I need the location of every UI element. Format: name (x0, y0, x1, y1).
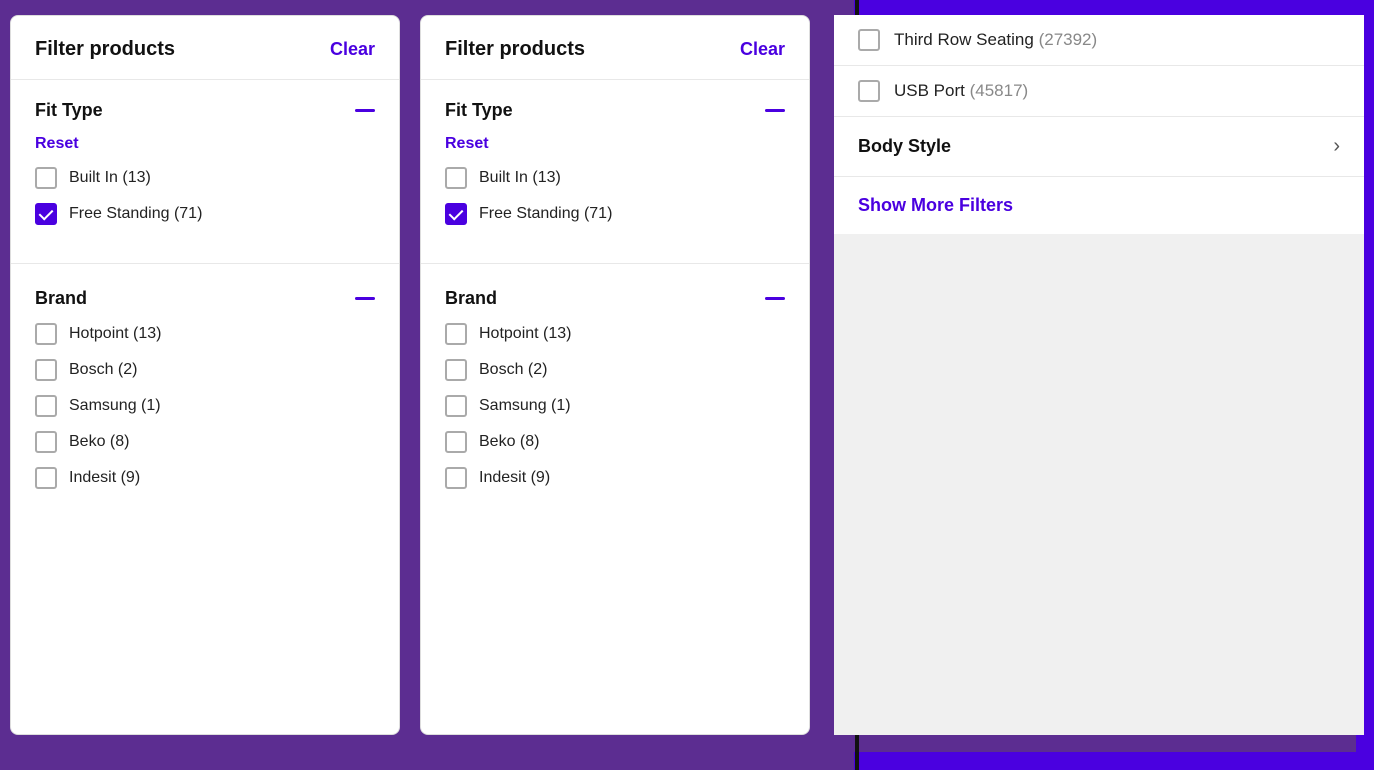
brand-title-1: Brand (35, 288, 87, 309)
body-style-label: Body Style (858, 136, 951, 157)
checkbox-label-built-in-1: Built In (13) (69, 169, 151, 187)
fit-type-section-2: Fit Type Reset Built In (13) Free Standi… (421, 80, 809, 259)
clear-button-2[interactable]: Clear (740, 39, 785, 60)
brand-header-1: Brand (35, 288, 375, 309)
checkbox-input-beko-2[interactable] (445, 431, 467, 453)
empty-area (834, 234, 1364, 634)
filter-title-1: Filter products (35, 38, 175, 61)
feature-usb-port-count: (45817) (970, 81, 1029, 100)
checkbox-input-built-in-2[interactable] (445, 167, 467, 189)
body-style-row[interactable]: Body Style › (834, 117, 1364, 177)
fit-type-header-2: Fit Type (445, 100, 785, 121)
feature-third-row-seating[interactable]: Third Row Seating (27392) (834, 15, 1364, 66)
checkbox-bosch-1[interactable]: Bosch (2) (35, 359, 375, 381)
show-more-row: Show More Filters (834, 177, 1364, 234)
feature-third-row-count: (27392) (1039, 30, 1098, 49)
clear-button-1[interactable]: Clear (330, 39, 375, 60)
feature-usb-port[interactable]: USB Port (45817) (834, 66, 1364, 117)
checkbox-input-built-in-1[interactable] (35, 167, 57, 189)
checkbox-indesit-1[interactable]: Indesit (9) (35, 467, 375, 489)
checkbox-beko-2[interactable]: Beko (8) (445, 431, 785, 453)
checkbox-input-beko-1[interactable] (35, 431, 57, 453)
checkbox-input-bosch-2[interactable] (445, 359, 467, 381)
checkbox-label-bosch-1: Bosch (2) (69, 361, 137, 379)
checkbox-label-samsung-2: Samsung (1) (479, 397, 571, 415)
reset-link-fit-1[interactable]: Reset (35, 135, 375, 153)
checkbox-usb-port[interactable] (858, 80, 880, 102)
filter-title-2: Filter products (445, 38, 585, 61)
collapse-icon-brand-1[interactable] (355, 297, 375, 300)
checkbox-label-hotpoint-1: Hotpoint (13) (69, 325, 162, 343)
divider-1 (11, 263, 399, 264)
right-panel: Third Row Seating (27392) USB Port (4581… (834, 15, 1364, 735)
checkbox-input-hotpoint-1[interactable] (35, 323, 57, 345)
checkbox-input-free-standing-2[interactable] (445, 203, 467, 225)
checkbox-label-built-in-2: Built In (13) (479, 169, 561, 187)
fit-type-section-1: Fit Type Reset Built In (13) Free Standi… (11, 80, 399, 259)
checkbox-third-row[interactable] (858, 29, 880, 51)
checkbox-samsung-2[interactable]: Samsung (1) (445, 395, 785, 417)
checkbox-built-in-1[interactable]: Built In (13) (35, 167, 375, 189)
feature-usb-port-text: USB Port (894, 81, 970, 100)
checkbox-free-standing-1[interactable]: Free Standing (71) (35, 203, 375, 225)
checkbox-label-free-standing-2: Free Standing (71) (479, 205, 612, 223)
checkbox-label-beko-2: Beko (8) (479, 433, 539, 451)
checkbox-label-bosch-2: Bosch (2) (479, 361, 547, 379)
checkbox-beko-1[interactable]: Beko (8) (35, 431, 375, 453)
checkbox-input-samsung-1[interactable] (35, 395, 57, 417)
brand-section-2: Brand Hotpoint (13) Bosch (2) Samsung (1… (421, 268, 809, 523)
feature-usb-port-label: USB Port (45817) (894, 81, 1028, 101)
checkbox-hotpoint-1[interactable]: Hotpoint (13) (35, 323, 375, 345)
checkbox-label-indesit-1: Indesit (9) (69, 469, 140, 487)
checkbox-bosch-2[interactable]: Bosch (2) (445, 359, 785, 381)
feature-third-row-text: Third Row Seating (894, 30, 1039, 49)
checkbox-input-samsung-2[interactable] (445, 395, 467, 417)
collapse-icon-2[interactable] (765, 109, 785, 112)
checkbox-input-indesit-2[interactable] (445, 467, 467, 489)
checkbox-input-bosch-1[interactable] (35, 359, 57, 381)
divider-2 (421, 263, 809, 264)
filter-panel-1: Filter products Clear Fit Type Reset Bui… (10, 15, 400, 735)
reset-link-fit-2[interactable]: Reset (445, 135, 785, 153)
filter-header-2: Filter products Clear (421, 16, 809, 80)
collapse-icon-brand-2[interactable] (765, 297, 785, 300)
show-more-filters-link[interactable]: Show More Filters (858, 195, 1013, 215)
checkbox-input-free-standing-1[interactable] (35, 203, 57, 225)
chevron-right-icon: › (1333, 135, 1340, 158)
fit-type-title-1: Fit Type (35, 100, 103, 121)
checkbox-label-free-standing-1: Free Standing (71) (69, 205, 202, 223)
checkbox-built-in-2[interactable]: Built In (13) (445, 167, 785, 189)
checkbox-label-beko-1: Beko (8) (69, 433, 129, 451)
feature-third-row-label: Third Row Seating (27392) (894, 30, 1097, 50)
checkbox-free-standing-2[interactable]: Free Standing (71) (445, 203, 785, 225)
checkbox-hotpoint-2[interactable]: Hotpoint (13) (445, 323, 785, 345)
checkbox-label-hotpoint-2: Hotpoint (13) (479, 325, 572, 343)
checkbox-input-hotpoint-2[interactable] (445, 323, 467, 345)
fit-type-title-2: Fit Type (445, 100, 513, 121)
fit-type-header-1: Fit Type (35, 100, 375, 121)
checkbox-label-samsung-1: Samsung (1) (69, 397, 161, 415)
checkbox-indesit-2[interactable]: Indesit (9) (445, 467, 785, 489)
filter-panel-2: Filter products Clear Fit Type Reset Bui… (420, 15, 810, 735)
checkbox-label-indesit-2: Indesit (9) (479, 469, 550, 487)
collapse-icon-1[interactable] (355, 109, 375, 112)
brand-title-2: Brand (445, 288, 497, 309)
brand-header-2: Brand (445, 288, 785, 309)
filter-header-1: Filter products Clear (11, 16, 399, 80)
purple-bottom-border (854, 752, 1374, 770)
checkbox-input-indesit-1[interactable] (35, 467, 57, 489)
brand-section-1: Brand Hotpoint (13) Bosch (2) Samsung (1… (11, 268, 399, 523)
checkbox-samsung-1[interactable]: Samsung (1) (35, 395, 375, 417)
